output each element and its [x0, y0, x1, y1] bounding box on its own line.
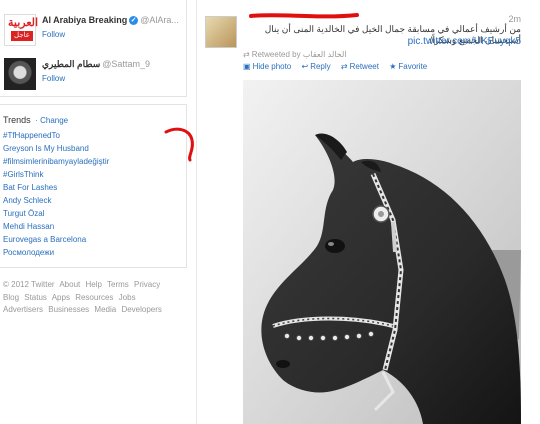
- favorite-label[interactable]: Favorite: [398, 62, 427, 71]
- favorite-button[interactable]: ★ Favorite: [389, 62, 427, 71]
- logo-text-top: العربية: [8, 17, 39, 29]
- footer-link[interactable]: Businesses: [48, 305, 89, 314]
- footer-link[interactable]: Advertisers: [3, 305, 43, 314]
- trend-item[interactable]: #filmsimlerinibamyayladeğiştir: [3, 157, 109, 166]
- avatar[interactable]: [4, 58, 36, 90]
- change-trends-link[interactable]: · Change: [35, 116, 68, 125]
- trend-item[interactable]: Greyson Is My Husband: [3, 144, 89, 153]
- account-handle: @AlAra...: [140, 15, 179, 25]
- star-icon: ★: [389, 62, 397, 71]
- photo-icon: ▣: [243, 62, 251, 71]
- trend-item[interactable]: Bat For Lashes: [3, 183, 57, 192]
- footer-line-1: © 2012 Twitter About Help Terms Privacy: [3, 280, 163, 289]
- trend-item[interactable]: Росмолодежи: [3, 248, 54, 257]
- trend-item[interactable]: Turgut Özal: [3, 209, 45, 218]
- footer-link[interactable]: Help: [85, 280, 101, 289]
- footer-link[interactable]: Privacy: [134, 280, 160, 289]
- reply-icon: ↩: [301, 62, 309, 71]
- retweeted-by-label: Retweeted by: [251, 50, 301, 59]
- footer-link[interactable]: Media: [94, 305, 116, 314]
- retweet-button[interactable]: ⇄ Retweet: [341, 62, 379, 71]
- account-name-text[interactable]: سطام المطيري: [42, 59, 100, 69]
- footer-link[interactable]: Apps: [52, 293, 70, 302]
- tweet-author-avatar[interactable]: [205, 16, 237, 48]
- left-sidebar: العربية عاجل Al Arabiya Breaking ✓ @AlAra.…: [0, 0, 194, 424]
- footer-line-3: Advertisers Businesses Media Developers: [3, 305, 165, 314]
- footer-link[interactable]: Jobs: [119, 293, 136, 302]
- footer-line-2: Blog Status Apps Resources Jobs: [3, 293, 139, 302]
- verified-icon: ✓: [129, 16, 139, 26]
- follow-link[interactable]: Follow: [42, 74, 65, 83]
- footer-link[interactable]: Resources: [75, 293, 113, 302]
- reply-button[interactable]: ↩ Reply: [302, 62, 331, 71]
- hide-photo-label[interactable]: Hide photo: [253, 62, 292, 71]
- who-to-follow-item[interactable]: العربية عاجل Al Arabiya Breaking ✓ @AlAra.…: [4, 14, 184, 50]
- trends-header: Trends · Change: [3, 115, 68, 125]
- account-handle: @Sattam_9: [102, 59, 150, 69]
- tweet-timestamp[interactable]: 2m: [508, 14, 521, 24]
- tweet-photo-link[interactable]: pic.twitter.com/UKEuyqk5: [408, 36, 521, 47]
- account-name[interactable]: سطام المطيري @Sattam_9: [42, 59, 150, 70]
- footer-copyright: © 2012 Twitter: [3, 280, 55, 289]
- horse-photo: [243, 80, 521, 424]
- footer-link[interactable]: Blog: [3, 293, 19, 302]
- footer-link[interactable]: Terms: [107, 280, 129, 289]
- retweet-icon: ⇄: [243, 50, 250, 59]
- trend-item[interactable]: Andy Schleck: [3, 196, 51, 205]
- trend-item[interactable]: Eurovegas a Barcelona: [3, 235, 86, 244]
- footer-link[interactable]: Developers: [121, 305, 161, 314]
- hide-photo-button[interactable]: ▣ Hide photo: [243, 62, 291, 71]
- account-name-text[interactable]: Al Arabiya Breaking: [42, 15, 127, 25]
- retweet-label[interactable]: Retweet: [350, 62, 379, 71]
- tweet-photo[interactable]: [243, 80, 521, 424]
- footer: © 2012 Twitter About Help Terms Privacy …: [0, 272, 186, 322]
- red-annotation-mark: [164, 127, 194, 162]
- who-to-follow-item[interactable]: سطام المطيري @Sattam_9 Follow: [4, 58, 184, 94]
- trend-item[interactable]: #GirlsThink: [3, 170, 43, 179]
- logo-text-bottom: عاجل: [11, 31, 33, 41]
- trend-item[interactable]: Mehdi Hassan: [3, 222, 54, 231]
- retweeted-by: ⇄ Retweeted by الخالد العقاب: [243, 50, 347, 59]
- retweet-icon: ⇄: [340, 62, 348, 71]
- trends-box: Trends · Change #TfHappenedTo Greyson Is…: [0, 104, 187, 268]
- red-redaction-mark: [249, 13, 359, 19]
- follow-link[interactable]: Follow: [42, 30, 65, 39]
- account-name[interactable]: Al Arabiya Breaking ✓ @AlAra...: [42, 15, 179, 26]
- avatar[interactable]: العربية عاجل: [4, 14, 39, 46]
- tweet-actions: ▣ Hide photo ↩ Reply ⇄ Retweet ★ Favorite: [243, 62, 435, 71]
- footer-link[interactable]: Status: [24, 293, 47, 302]
- who-to-follow-box: العربية عاجل Al Arabiya Breaking ✓ @AlAra.…: [0, 0, 187, 97]
- tweet[interactable]: 2m من أرشيف أعمالي في مسابقة جمال الخيل …: [196, 0, 540, 424]
- reply-label[interactable]: Reply: [310, 62, 330, 71]
- trend-item[interactable]: #TfHappenedTo: [3, 131, 60, 140]
- footer-link[interactable]: About: [59, 280, 80, 289]
- retweeted-by-name[interactable]: الخالد العقاب: [303, 50, 347, 59]
- trends-title: Trends: [3, 115, 31, 125]
